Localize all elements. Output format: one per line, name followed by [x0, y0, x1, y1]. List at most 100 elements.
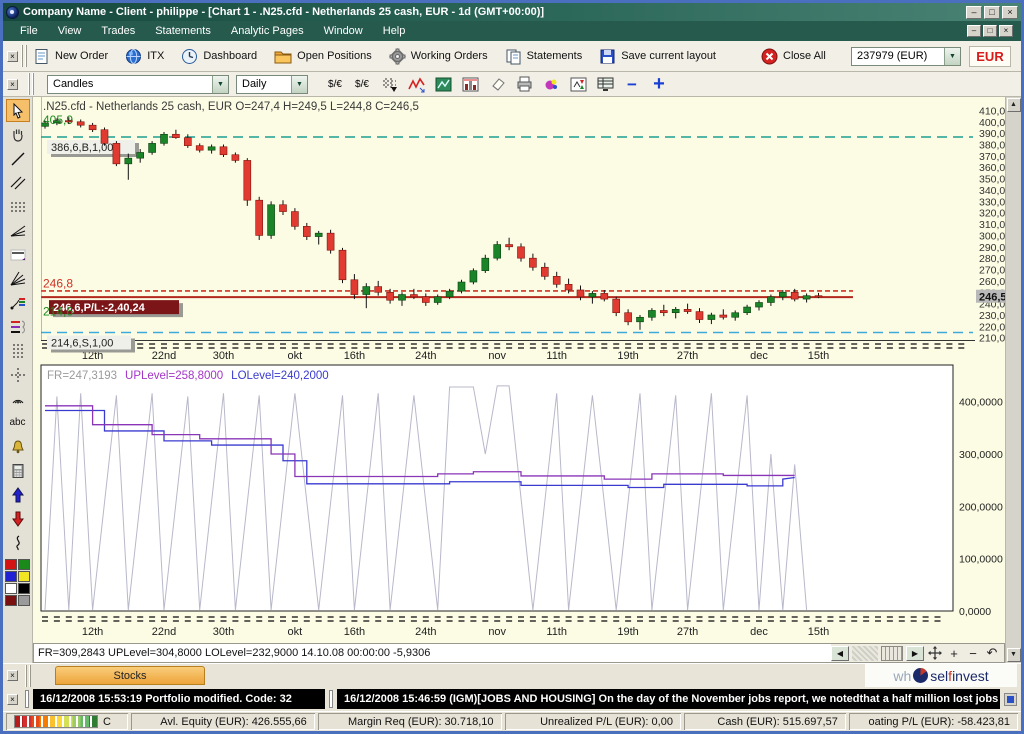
menu-trades[interactable]: Trades: [92, 23, 144, 39]
pitchfork-tool[interactable]: [6, 291, 30, 314]
toolbar-close-icon[interactable]: ×: [7, 51, 18, 62]
menu-statements[interactable]: Statements: [146, 23, 220, 39]
pointer-tool[interactable]: [6, 99, 30, 122]
menu-window[interactable]: Window: [315, 23, 372, 39]
scroll-down-icon[interactable]: ▼: [1007, 648, 1021, 662]
price-scale-alt-icon[interactable]: $/€: [352, 75, 372, 94]
child-minimize-button[interactable]: –: [967, 25, 981, 37]
close-all-button[interactable]: Close All: [761, 48, 826, 65]
close-button[interactable]: ×: [1002, 6, 1018, 19]
statements-button[interactable]: Statements: [505, 48, 583, 65]
zoom-out-small-icon[interactable]: −: [965, 645, 981, 661]
chart-footer-bar: FR=309,2843 UPLevel=304,8000 LOLevel=232…: [33, 643, 1005, 663]
squiggle-tool[interactable]: [6, 531, 30, 554]
new-order-button[interactable]: New Order: [33, 48, 108, 65]
color-swatch[interactable]: [18, 559, 30, 570]
pan-hand-tool[interactable]: [6, 123, 30, 146]
child-close-button[interactable]: ×: [999, 25, 1013, 37]
vertical-scrollbar[interactable]: ▲ ▼: [1005, 97, 1021, 663]
vertical-grid-tool[interactable]: [6, 339, 30, 362]
chevron-down-icon[interactable]: ▼: [212, 76, 228, 93]
chart-image-icon[interactable]: [433, 75, 453, 94]
scrollbar-thumb[interactable]: [881, 646, 903, 661]
ticker-grip[interactable]: [25, 690, 29, 708]
toolbar-grip[interactable]: [21, 45, 28, 67]
svg-text:246,8: 246,8: [43, 277, 73, 291]
brush-icon[interactable]: [541, 75, 561, 94]
print-icon[interactable]: [514, 75, 534, 94]
ticker-close-icon[interactable]: ×: [7, 694, 18, 705]
scrollbar-track[interactable]: [852, 646, 878, 661]
arrow-down-tool[interactable]: [6, 507, 30, 530]
histogram-icon[interactable]: [460, 75, 480, 94]
dashboard-button[interactable]: Dashboard: [181, 48, 257, 65]
menu-help[interactable]: Help: [374, 23, 415, 39]
chart-toolbar-grip[interactable]: [28, 73, 35, 95]
crosshair-tool[interactable]: [6, 363, 30, 386]
ticker-message-2[interactable]: 16/12/2008 15:46:59 (IGM)[JOBS AND HOUSI…: [337, 689, 1000, 709]
minimize-button[interactable]: –: [966, 6, 982, 19]
scroll-right-button[interactable]: ▶: [906, 646, 924, 661]
line-chart-icon[interactable]: [406, 75, 426, 94]
working-orders-button[interactable]: Working Orders: [389, 48, 488, 65]
color-swatch[interactable]: [5, 559, 17, 570]
indicator-icon[interactable]: [568, 75, 588, 94]
currency-button[interactable]: EUR: [969, 46, 1011, 67]
horizontal-grid-tool[interactable]: [6, 195, 30, 218]
zoom-in-small-icon[interactable]: +: [946, 645, 962, 661]
tabs-close-icon[interactable]: ×: [7, 670, 18, 681]
calculator-tool[interactable]: [6, 459, 30, 482]
color-swatch[interactable]: [18, 571, 30, 582]
color-swatch[interactable]: [5, 595, 17, 606]
pan-move-icon[interactable]: [927, 645, 943, 661]
account-selector[interactable]: 237979 (EUR) ▼: [851, 47, 961, 66]
grid-icon[interactable]: [379, 75, 399, 94]
parallel-lines-tool[interactable]: [6, 171, 30, 194]
menu-analytic-pages[interactable]: Analytic Pages: [222, 23, 313, 39]
menu-view[interactable]: View: [49, 23, 91, 39]
ticker-scroll-button[interactable]: [1004, 693, 1017, 706]
eraser-icon[interactable]: [487, 75, 507, 94]
tabs-grip[interactable]: [25, 665, 32, 687]
ticker-row: × 16/12/2008 15:53:19 Portfolio modified…: [3, 687, 1021, 711]
fan-lines-tool[interactable]: [6, 219, 30, 242]
indicator-chart-canvas[interactable]: FR=247,3193UPLevel=258,8000LOLevel=240,2…: [33, 361, 1005, 643]
maximize-button[interactable]: □: [984, 6, 1000, 19]
itx-button[interactable]: ITX: [125, 48, 164, 65]
trendline-tool[interactable]: [6, 147, 30, 170]
price-chart-canvas[interactable]: 386,6,B,1,00246,6,P/L:-2,40,24405,9246,8…: [33, 97, 1005, 361]
chart-type-select[interactable]: Candles ▼: [47, 75, 229, 94]
scroll-left-button[interactable]: ◀: [831, 646, 849, 661]
ticker-grip-2[interactable]: [329, 690, 333, 708]
zoom-out-icon[interactable]: −: [622, 75, 642, 94]
zoom-in-icon[interactable]: +: [649, 75, 669, 94]
save-layout-button[interactable]: Save current layout: [599, 48, 716, 65]
text-tool[interactable]: abc: [6, 411, 30, 434]
alert-bell-tool[interactable]: [6, 435, 30, 458]
svg-text:16th: 16th: [344, 350, 365, 361]
chevron-down-icon[interactable]: ▼: [944, 48, 960, 65]
child-restore-button[interactable]: □: [983, 25, 997, 37]
scroll-up-icon[interactable]: ▲: [1007, 98, 1021, 112]
chart-toolbar-close-icon[interactable]: ×: [7, 79, 18, 90]
arc-tool[interactable]: [6, 387, 30, 410]
screen-icon[interactable]: [595, 75, 615, 94]
price-scale-icon[interactable]: $/€: [325, 75, 345, 94]
floppy-icon: [599, 48, 616, 65]
tab-stocks[interactable]: Stocks: [55, 666, 205, 685]
open-positions-button[interactable]: Open Positions: [274, 48, 372, 65]
arrow-up-tool[interactable]: [6, 483, 30, 506]
chevron-down-icon[interactable]: ▼: [291, 76, 307, 93]
undo-icon[interactable]: ↶: [984, 645, 1000, 661]
color-swatch[interactable]: [5, 583, 17, 594]
horizontal-line-tool[interactable]: [6, 243, 30, 266]
svg-text:360,0: 360,0: [979, 162, 1005, 174]
period-select[interactable]: Daily ▼: [236, 75, 308, 94]
fibonacci-tool[interactable]: [6, 315, 30, 338]
color-swatch[interactable]: [5, 571, 17, 582]
ticker-message-1[interactable]: 16/12/2008 15:53:19 Portfolio modified. …: [33, 689, 325, 709]
menu-file[interactable]: File: [11, 23, 47, 39]
color-swatch[interactable]: [18, 595, 30, 606]
speed-lines-tool[interactable]: [6, 267, 30, 290]
color-swatch[interactable]: [18, 583, 30, 594]
